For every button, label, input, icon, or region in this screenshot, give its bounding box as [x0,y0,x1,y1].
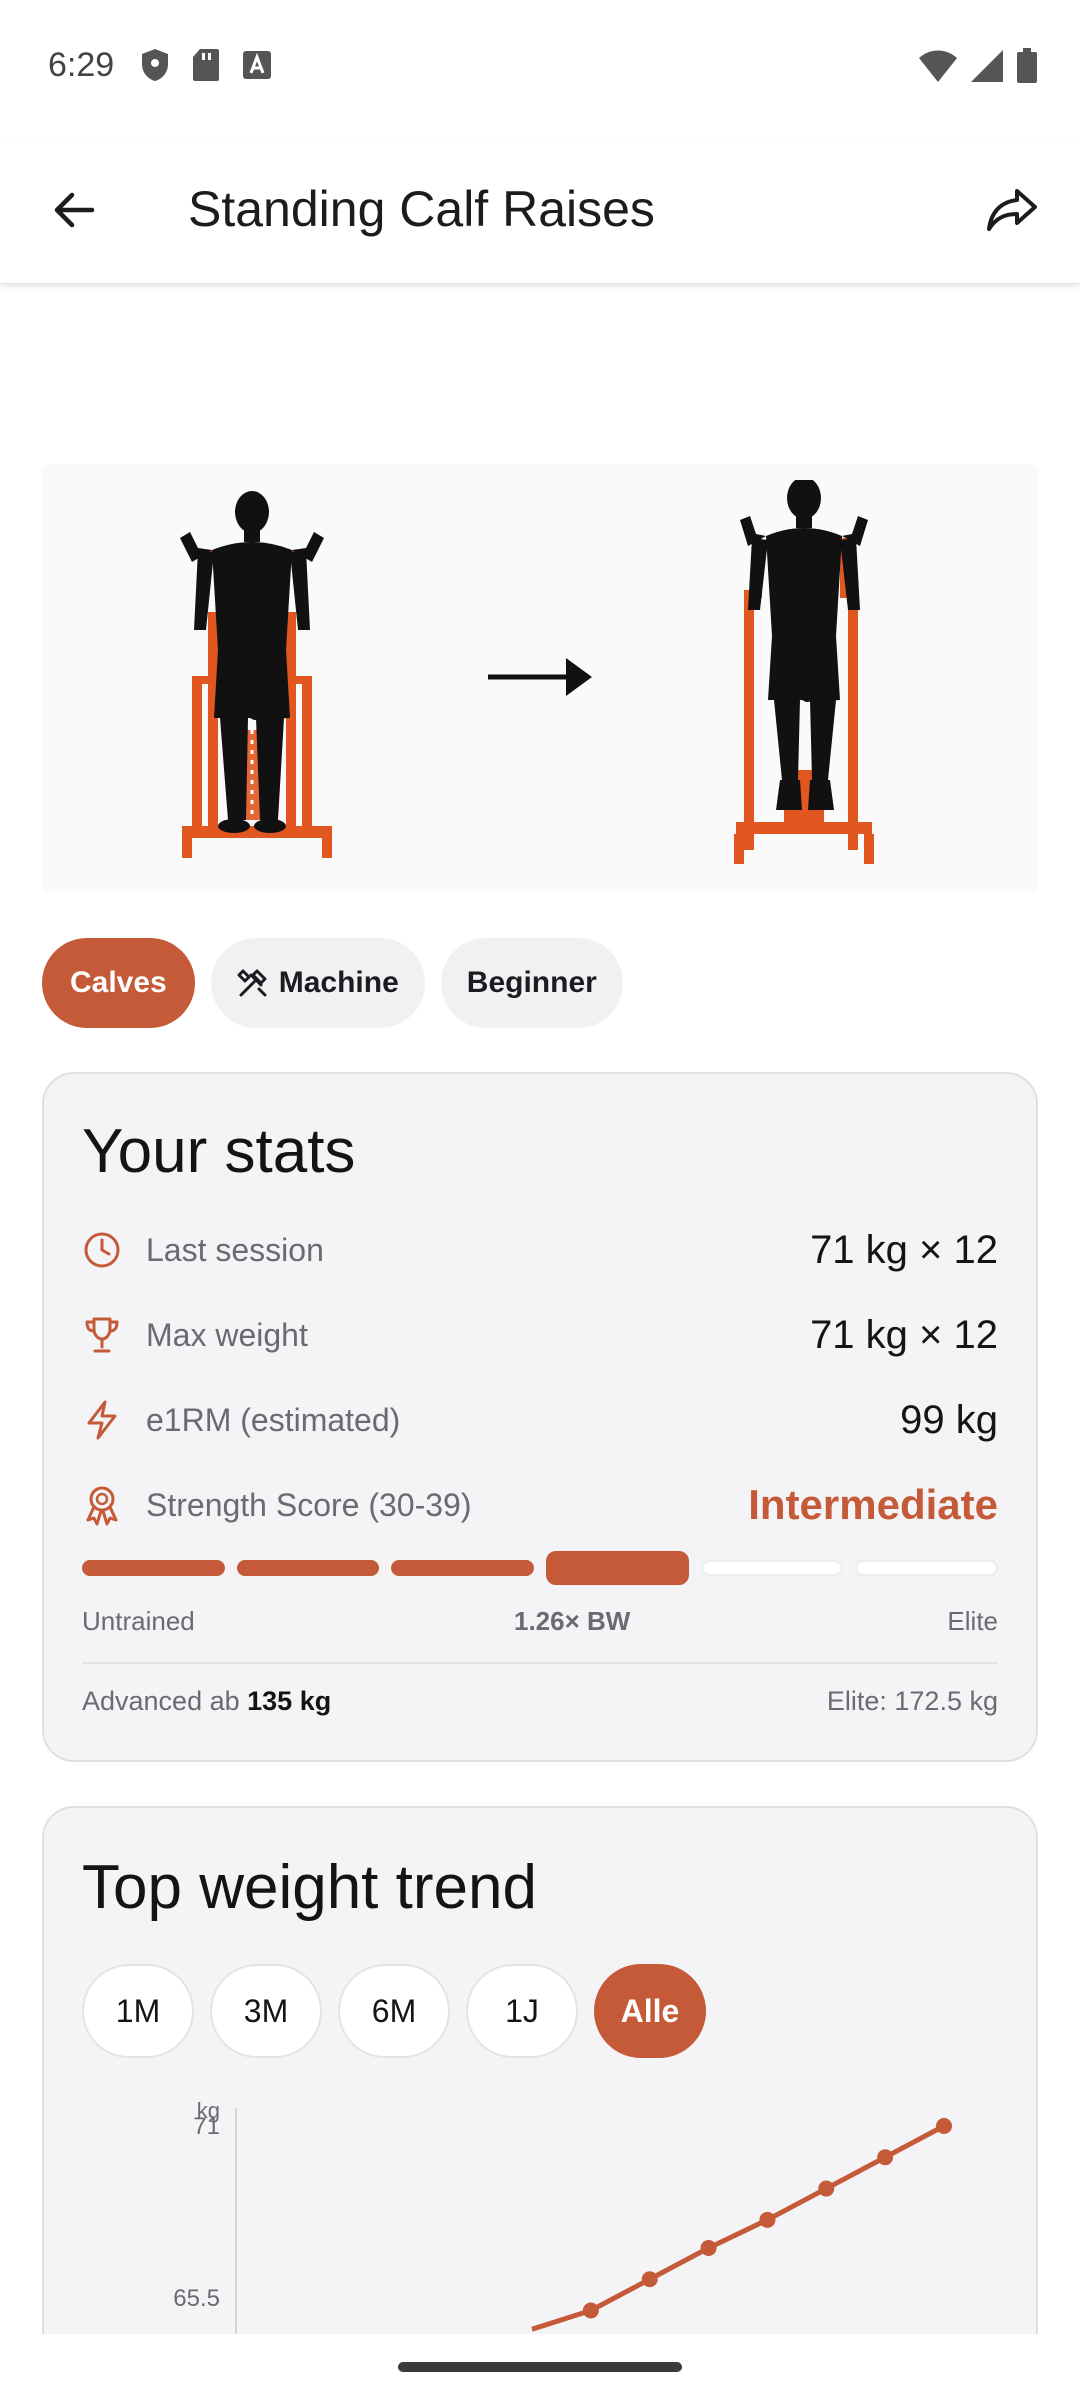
weight-trend-chart: kg65.571 [173,2098,952,2400]
trend-card: Top weight trend 1M 3M 6M 1J Alle kg 65.5… [42,1806,1038,2400]
muscle-chip-label: Calves [70,966,167,999]
start-position-figure [180,491,332,858]
level-chip[interactable]: Beginner [440,938,623,1028]
equipment-chip-label: Machine [278,966,399,999]
level-segment [546,1551,689,1585]
next-level-text: Advanced ab 135 kg [82,1686,331,1717]
page-title: Standing Calf Raises [188,181,655,237]
next-level-prefix: Advanced ab [82,1686,240,1716]
elite-target-text: Elite: 172.5 kg [826,1686,998,1716]
data-point [700,2239,717,2256]
muscle-chip[interactable]: Calves [42,938,195,1028]
stat-value: 99 kg [900,1397,998,1442]
app-bar: Standing Calf Raises [0,138,1080,284]
strength-level-bar [82,1550,999,1586]
bodyweight-ratio-label: 1.26× BW [514,1606,631,1636]
level-chip-label: Beginner [466,966,597,999]
level-segment [700,1560,844,1576]
share-button[interactable] [976,178,1048,242]
tools-icon [237,969,267,997]
level-segment [855,1560,999,1576]
exercise-tags: Calves Machine Beginner [42,938,623,1028]
stat-value: 71 kg × 12 [810,1312,998,1357]
equipment-chip[interactable]: Machine [210,938,425,1028]
exercise-illustration [42,464,1038,892]
status-time: 6:29 [48,46,115,84]
share-icon [987,189,1037,231]
stat-row-e1rm: e1RM (estimated) 99 kg [82,1390,998,1450]
arrow-right-icon [488,658,592,696]
stat-label: Last session [146,1231,324,1268]
wifi-icon [919,50,957,82]
data-point [877,2149,894,2166]
shield-icon [142,49,168,81]
gesture-nav-handle[interactable] [398,2362,682,2372]
end-position-figure [734,480,874,864]
award-icon [82,1485,122,1526]
clock-icon [82,1230,122,1270]
stat-row-max-weight: Max weight 71 kg × 12 [82,1305,998,1365]
data-point [582,2302,599,2319]
status-bar: 6:29 [0,0,1080,138]
strength-targets: Advanced ab 135 kg Elite: 172.5 kg [82,1686,998,1726]
stat-label: Strength Score (30-39) [146,1486,472,1523]
stat-label: Max weight [146,1316,308,1353]
stat-row-strength-score: Strength Score (30-39) Intermediate [82,1475,998,1535]
data-point [641,2271,658,2288]
stat-row-last-session: Last session 71 kg × 12 [82,1220,998,1280]
stat-label: e1RM (estimated) [146,1401,401,1438]
stats-title: Your stats [82,1117,356,1186]
sd-card-icon [193,49,219,81]
level-segment [391,1560,535,1576]
arrow-back-icon [54,192,95,228]
battery-icon [1017,48,1037,83]
trophy-icon [82,1315,122,1355]
data-point [936,2118,952,2134]
back-button[interactable] [42,178,106,242]
y-tick-label: 71 [193,2113,220,2140]
level-segment [236,1560,380,1576]
divider [82,1662,998,1664]
text-a-icon [243,51,271,79]
stats-card: Your stats Last session 71 kg × 12 Max w… [42,1072,1038,1762]
bolt-icon [82,1400,122,1440]
data-point [759,2211,776,2228]
strength-level-value: Intermediate [748,1481,998,1528]
scale-min-label: Untrained [82,1606,195,1636]
data-point [818,2180,835,2197]
level-segment [82,1560,225,1576]
scale-max-label: Elite [947,1606,998,1636]
y-tick-label: 65.5 [173,2285,220,2312]
next-level-value: 135 kg [247,1686,332,1716]
cellular-icon [971,50,1003,82]
strength-scale: Untrained 1.26× BW Elite [82,1606,998,1642]
stat-value: 71 kg × 12 [810,1227,998,1272]
